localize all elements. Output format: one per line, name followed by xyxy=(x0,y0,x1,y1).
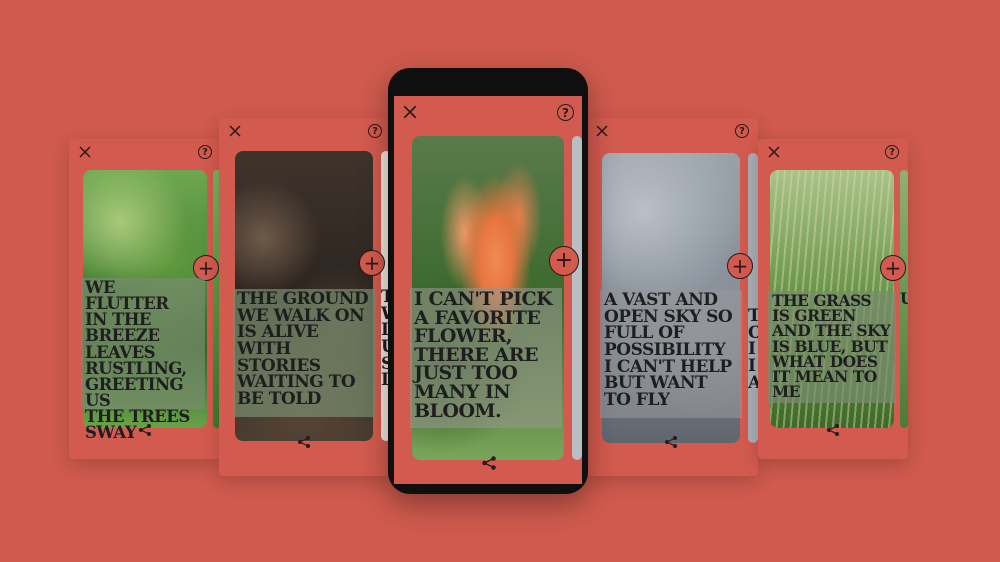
next-story-peek xyxy=(572,136,582,460)
story-card-sky[interactable]: ? + A VAST AND OPEN SKY SO FULL OF POSSI… xyxy=(586,118,758,476)
story-caption: I CAN'T PICK A FAVORITE FLOWER, THERE AR… xyxy=(410,288,562,428)
close-icon[interactable] xyxy=(767,145,781,159)
story-card-ground[interactable]: ? + THE GROUND WE WALK ON IS ALIVE WITH … xyxy=(219,118,391,476)
add-button[interactable]: + xyxy=(359,250,385,276)
share-icon[interactable] xyxy=(137,422,153,438)
story-caption: WE FLUTTER IN THE BREEZE LEAVES RUSTLING… xyxy=(81,278,205,441)
share-icon[interactable] xyxy=(663,434,679,450)
next-story-caption-peek: U xyxy=(900,291,908,307)
help-icon[interactable]: ? xyxy=(885,145,899,159)
add-button[interactable]: + xyxy=(880,255,906,281)
add-button[interactable]: + xyxy=(549,246,579,276)
next-story-caption-peek: T O I I A xyxy=(748,308,758,392)
share-icon[interactable] xyxy=(296,434,312,450)
close-icon[interactable] xyxy=(78,145,92,159)
add-button[interactable]: + xyxy=(727,253,753,279)
next-story-peek xyxy=(748,153,758,443)
close-icon[interactable] xyxy=(228,124,242,138)
story-caption: THE GRASS IS GREEN AND THE SKY IS BLUE, … xyxy=(768,291,896,403)
story-caption: THE GROUND WE WALK ON IS ALIVE WITH STOR… xyxy=(233,289,375,417)
share-icon[interactable] xyxy=(825,422,841,438)
help-icon[interactable]: ? xyxy=(198,145,212,159)
phone-mockup: ? + I CAN'T PICK A FAVORITE FLOWER, THER… xyxy=(388,68,588,494)
help-icon[interactable]: ? xyxy=(735,124,749,138)
close-icon[interactable] xyxy=(595,124,609,138)
story-card-grass[interactable]: ? + THE GRASS IS GREEN AND THE SKY IS BL… xyxy=(758,139,908,459)
story-card-flower[interactable]: ? + I CAN'T PICK A FAVORITE FLOWER, THER… xyxy=(394,96,582,484)
story-caption: A VAST AND OPEN SKY SO FULL OF POSSIBILI… xyxy=(600,290,742,418)
story-card-breeze[interactable]: ? + WE FLUTTER IN THE BREEZE LEAVES RUST… xyxy=(69,139,221,459)
phone-screen: ? + I CAN'T PICK A FAVORITE FLOWER, THER… xyxy=(394,96,582,484)
help-icon[interactable]: ? xyxy=(557,104,574,121)
share-icon[interactable] xyxy=(480,454,498,472)
help-icon[interactable]: ? xyxy=(368,124,382,138)
close-icon[interactable] xyxy=(402,104,418,120)
